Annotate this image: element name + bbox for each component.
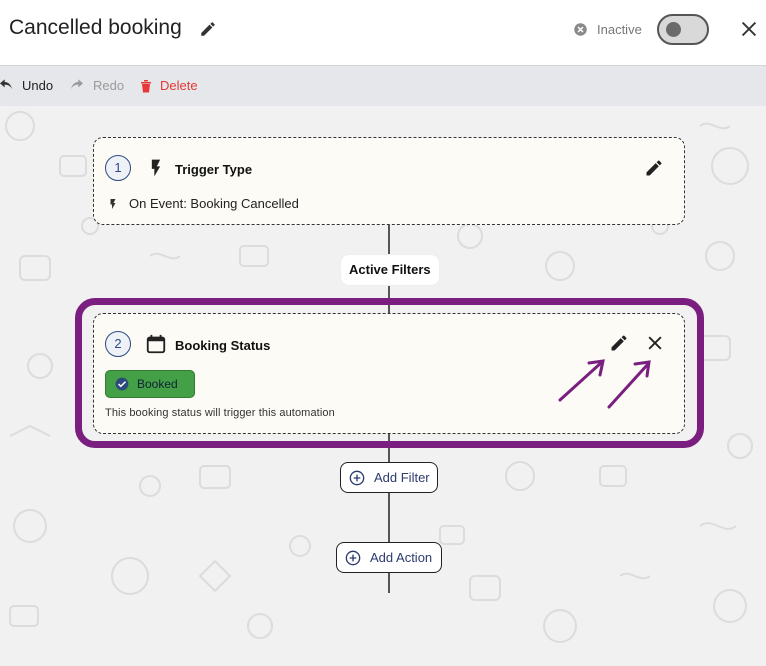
close-icon[interactable] — [738, 18, 760, 40]
automation-title: Cancelled booking — [9, 16, 182, 39]
add-filter-label: Add Filter — [374, 470, 430, 485]
status-label: Inactive — [597, 22, 642, 37]
toggle-knob — [666, 22, 681, 37]
step-number: 1 — [105, 155, 131, 181]
inactive-status-icon — [574, 23, 587, 36]
undo-label: Undo — [22, 78, 54, 93]
trigger-event: On Event: Booking Cancelled — [129, 196, 299, 211]
editor-toolbar: Undo Redo Delete — [0, 66, 766, 106]
delete-button[interactable]: Delete — [140, 78, 198, 93]
step-number: 2 — [105, 331, 131, 357]
add-action-label: Add Action — [370, 550, 433, 565]
undo-icon — [0, 78, 12, 89]
edit-icon[interactable] — [644, 158, 664, 178]
event-bolt-icon — [110, 199, 116, 209]
lightning-icon — [151, 159, 161, 177]
card-title: Booking Status — [175, 338, 271, 353]
add-circle-icon — [345, 550, 361, 565]
add-filter-button[interactable]: Add Filter — [340, 462, 438, 493]
active-toggle[interactable] — [657, 14, 709, 45]
filter-helper-text: This booking status will trigger this au… — [105, 407, 335, 419]
redo-button[interactable]: Redo — [69, 78, 124, 93]
add-circle-icon — [349, 470, 365, 485]
check-circle-icon — [115, 377, 129, 391]
redo-label: Redo — [93, 78, 125, 93]
calendar-icon — [146, 334, 166, 354]
chip-label: Booked — [137, 377, 178, 391]
trash-icon — [141, 79, 151, 92]
edit-icon[interactable] — [609, 333, 629, 353]
remove-filter-icon[interactable] — [645, 333, 665, 353]
card-title: Trigger Type — [175, 162, 253, 177]
delete-label: Delete — [160, 78, 198, 93]
active-filters-label: Active Filters — [341, 255, 439, 285]
undo-button[interactable]: Undo — [0, 78, 53, 93]
booked-status-chip[interactable]: Booked — [105, 370, 195, 398]
add-action-button[interactable]: Add Action — [336, 542, 442, 573]
trigger-card[interactable]: 1 Trigger Type On Event: Booking Cancell… — [93, 137, 685, 225]
edit-title-icon[interactable] — [199, 20, 217, 38]
redo-icon — [71, 78, 83, 89]
dialog-header: Cancelled booking Inactive — [0, 0, 766, 66]
